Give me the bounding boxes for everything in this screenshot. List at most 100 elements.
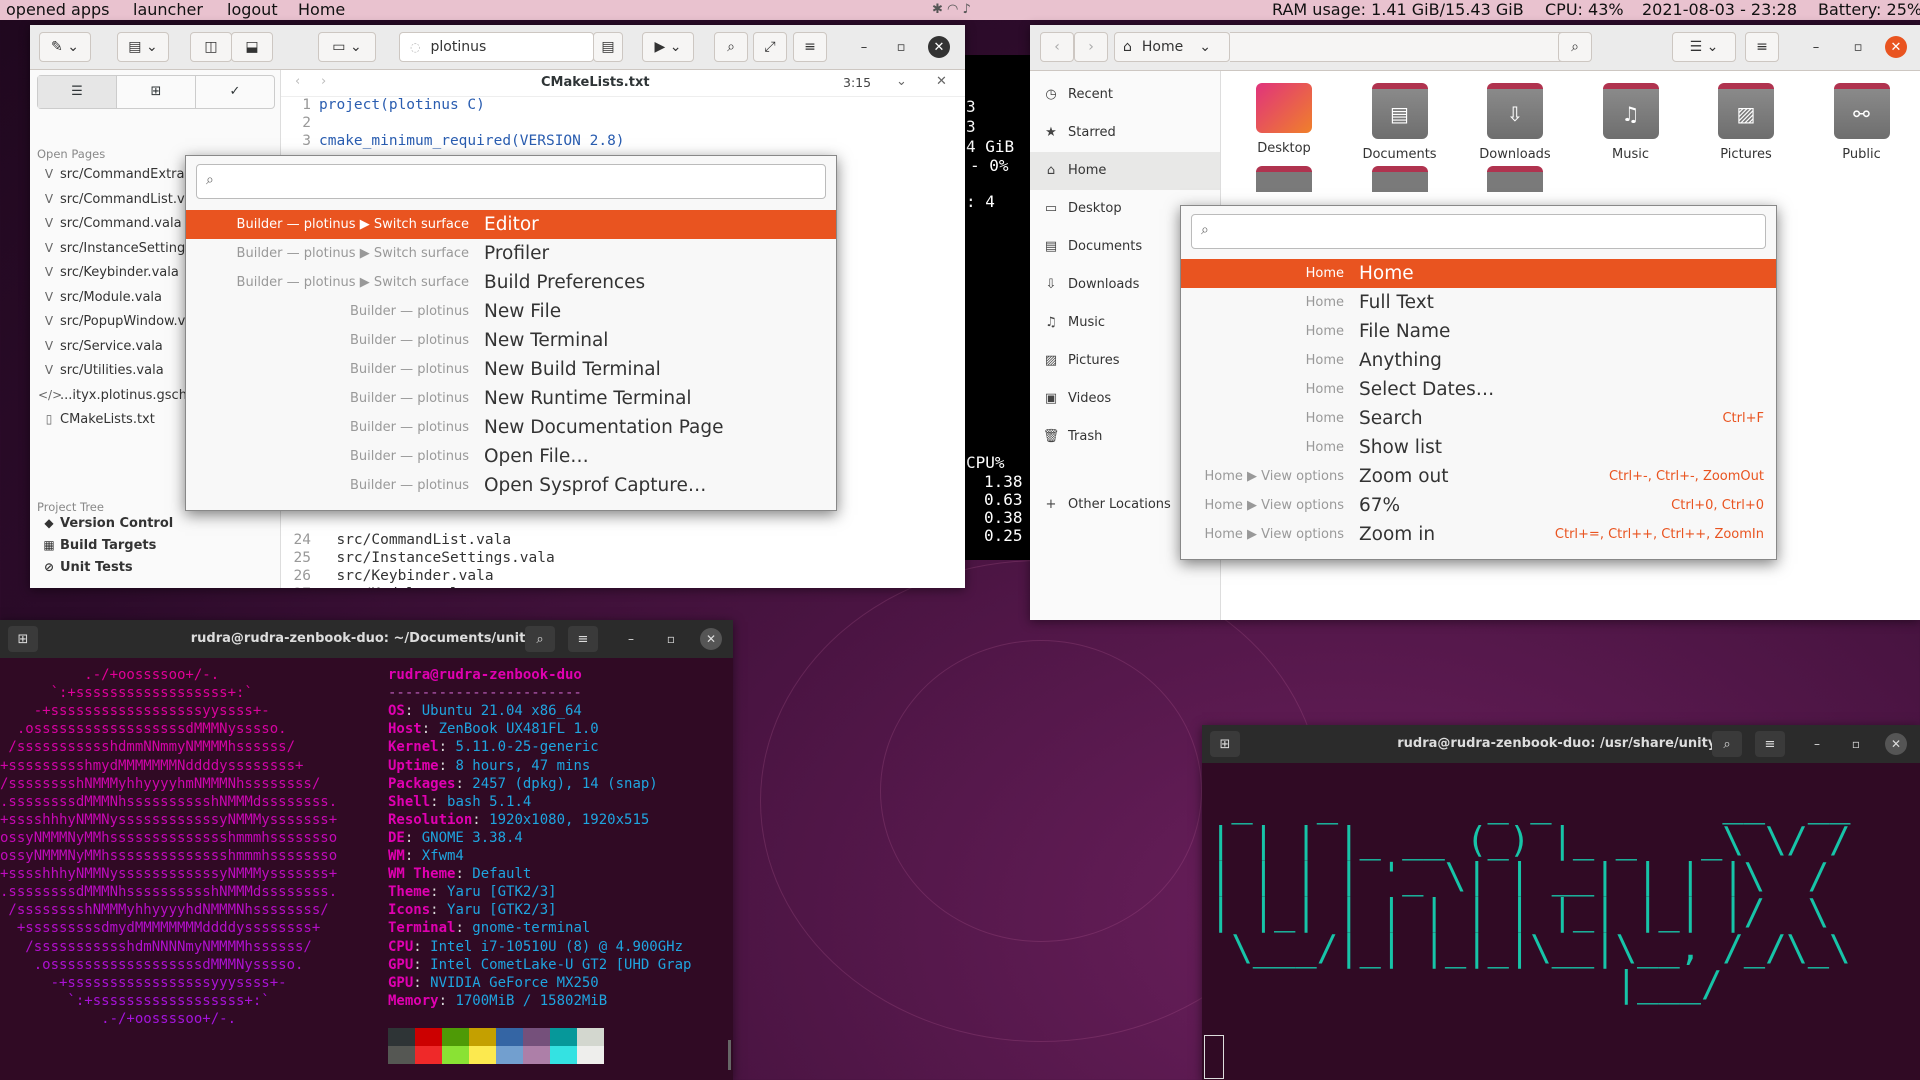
folder-icon[interactable] <box>1371 166 1428 192</box>
project-tree-item[interactable]: ⊘ Unit Tests <box>30 553 280 581</box>
maximize-button[interactable]: ▫ <box>890 36 912 58</box>
fullscreen-button[interactable]: ⤢ <box>753 32 787 62</box>
build-menu-button[interactable]: ▤ <box>593 32 623 62</box>
ascii-art-line: | |_| | | | | | |_| |_| |/ \ <box>1210 892 1851 933</box>
folder-item[interactable]: Desktop <box>1229 83 1339 156</box>
sidebar-item-recent[interactable]: ◷ Recent <box>1030 76 1220 114</box>
back-button[interactable]: ‹ <box>1040 32 1074 62</box>
pencil-menu-button[interactable]: ✎ ⌄ <box>39 32 91 62</box>
palette-command-item[interactable]: Builder — plotinus New Build Terminal <box>186 355 836 384</box>
view-list-button[interactable]: ☰ ⌄ <box>1672 32 1736 62</box>
palette-swatch <box>388 1028 415 1046</box>
document-menu-button[interactable]: ▤ ⌄ <box>117 32 169 62</box>
run-button[interactable]: ▶ ⌄ <box>642 32 694 62</box>
omnibar[interactable]: ◌ plotinus <box>399 32 594 62</box>
command-title: Build Preferences <box>484 272 646 293</box>
palette-command-item[interactable]: Home Select Dates… <box>1181 375 1776 404</box>
maximize-button[interactable]: ▫ <box>660 628 682 650</box>
folder-icon[interactable] <box>1487 166 1543 192</box>
palette-swatch <box>469 1028 496 1046</box>
tab-todo-icon[interactable]: ✓ <box>195 76 274 108</box>
palette-command-item[interactable]: Home Search Ctrl+F <box>1181 404 1776 433</box>
palette-search-input[interactable]: ⌕ <box>196 164 826 199</box>
desktop-icon: ▭ <box>1044 201 1058 216</box>
palette-command-item[interactable]: Builder — plotinus ▶ Switch surface Profi… <box>186 239 836 268</box>
terminal-scrollbar[interactable] <box>728 1040 731 1070</box>
search-button[interactable]: ⌕ <box>714 32 748 62</box>
logout-button[interactable]: logout <box>227 0 278 20</box>
fetch-key: Shell <box>388 793 431 810</box>
back-icon[interactable]: ‹ <box>295 74 300 89</box>
palette-command-item[interactable]: Home Anything <box>1181 346 1776 375</box>
ascii-logo-line: /sssssssshNMMMyhhyyyyhmNMMMNhssssssss/ <box>0 775 321 792</box>
maximize-button[interactable]: ▫ <box>1845 733 1867 755</box>
folder-item[interactable]: ▨ Pictures <box>1691 83 1801 162</box>
palette-command-item[interactable]: Home File Name <box>1181 317 1776 346</box>
fetch-separator: ----------------------- <box>388 685 582 702</box>
palette-command-item[interactable]: Home ▶ View options Zoom out Ctrl+-, Ctrl+… <box>1181 462 1776 491</box>
opened-apps-button[interactable]: opened apps <box>6 0 109 20</box>
palette-command-item[interactable]: Builder — plotinus Open Sysprof Capture… <box>186 471 836 500</box>
search-button[interactable]: ⌕ <box>1712 731 1742 757</box>
palette-command-item[interactable]: Home ▶ View options Zoom in Ctrl+=, Ctrl++… <box>1181 520 1776 549</box>
maximize-button[interactable]: ▫ <box>1847 36 1869 58</box>
close-button[interactable]: ✕ <box>700 628 722 650</box>
folder-item[interactable]: ▤ Documents <box>1345 83 1455 162</box>
hamburger-menu-button[interactable]: ≡ <box>568 626 598 652</box>
palette-swatch <box>496 1046 523 1064</box>
palette-command-item[interactable]: Home Full Text <box>1181 288 1776 317</box>
minimize-button[interactable]: – <box>1805 36 1827 58</box>
sidebar-item-starred[interactable]: ★ Starred <box>1030 114 1220 152</box>
line-number: 24 <box>293 532 311 548</box>
tray-icons[interactable]: ✱ ◠ ♪ <box>932 0 971 20</box>
palette-command-item[interactable]: Home Show list <box>1181 433 1776 462</box>
minimize-button[interactable]: – <box>853 36 875 58</box>
ascii-art-line: _ _ _ _ __ __ <box>1210 784 1851 825</box>
folder-item[interactable]: ♫ Music <box>1576 83 1686 162</box>
home-button[interactable]: Home <box>298 0 345 20</box>
forward-icon[interactable]: › <box>321 74 326 89</box>
palette-command-item[interactable]: Builder — plotinus New Runtime Terminal <box>186 384 836 413</box>
folder-label: Downloads <box>1479 147 1551 162</box>
palette-search-input[interactable]: ⌕ <box>1191 214 1766 249</box>
folder-item[interactable]: ⚯ Public <box>1807 83 1917 162</box>
bottom-panel-toggle-button[interactable]: ⬓ <box>231 32 273 62</box>
tab-pages-icon[interactable]: ☰ <box>38 76 116 108</box>
command-title: Show list <box>1359 437 1442 458</box>
search-button[interactable]: ⌕ <box>1558 32 1592 62</box>
close-button[interactable]: ✕ <box>928 36 950 58</box>
sidebar-item-home[interactable]: ⌂ Home <box>1030 152 1220 190</box>
device-button[interactable]: ▭ ⌄ <box>318 32 376 62</box>
hamburger-menu-button[interactable]: ≡ <box>1755 731 1785 757</box>
palette-command-item[interactable]: Builder — plotinus New File <box>186 297 836 326</box>
tab-tree-icon[interactable]: ⊞ <box>116 76 195 108</box>
chevron-down-icon[interactable]: ⌄ <box>896 74 907 89</box>
fetch-value: Intel CometLake-U GT2 [UHD Grap <box>430 956 692 973</box>
monitor-line: 4 GiB <box>966 137 1015 156</box>
search-button[interactable]: ⌕ <box>525 626 555 652</box>
command-context: Home <box>1305 440 1344 455</box>
path-bar[interactable]: ⌂ Home ⌄ <box>1114 32 1230 62</box>
folder-icon[interactable] <box>1256 166 1312 192</box>
folder-label: Desktop <box>1257 141 1311 156</box>
palette-command-item[interactable]: Builder — plotinus New Terminal <box>186 326 836 355</box>
fetch-colon: : <box>455 775 473 792</box>
hamburger-menu-button[interactable]: ≡ <box>793 32 827 62</box>
palette-command-item[interactable]: Home ▶ View options 67% Ctrl+0, Ctrl+0 <box>1181 491 1776 520</box>
close-tab-icon[interactable]: ✕ <box>936 74 947 89</box>
minimize-button[interactable]: – <box>620 628 642 650</box>
fetch-key: Icons <box>388 902 431 919</box>
sidebar-toggle-button[interactable]: ◫ <box>190 32 232 62</box>
palette-command-item[interactable]: Builder — plotinus Open File… <box>186 442 836 471</box>
forward-button[interactable]: › <box>1074 32 1108 62</box>
palette-command-item[interactable]: Builder — plotinus New Documentation Page <box>186 413 836 442</box>
palette-command-item[interactable]: Builder — plotinus ▶ Switch surface Edito… <box>186 210 836 239</box>
hamburger-menu-button[interactable]: ≡ <box>1745 32 1779 62</box>
palette-command-item[interactable]: Home Home <box>1181 259 1776 288</box>
palette-command-item[interactable]: Builder — plotinus ▶ Switch surface Build… <box>186 268 836 297</box>
folder-item[interactable]: ⇩ Downloads <box>1460 83 1570 162</box>
close-button[interactable]: ✕ <box>1885 733 1907 755</box>
close-button[interactable]: ✕ <box>1885 36 1907 58</box>
minimize-button[interactable]: – <box>1806 733 1828 755</box>
launcher-button[interactable]: launcher <box>133 0 203 20</box>
